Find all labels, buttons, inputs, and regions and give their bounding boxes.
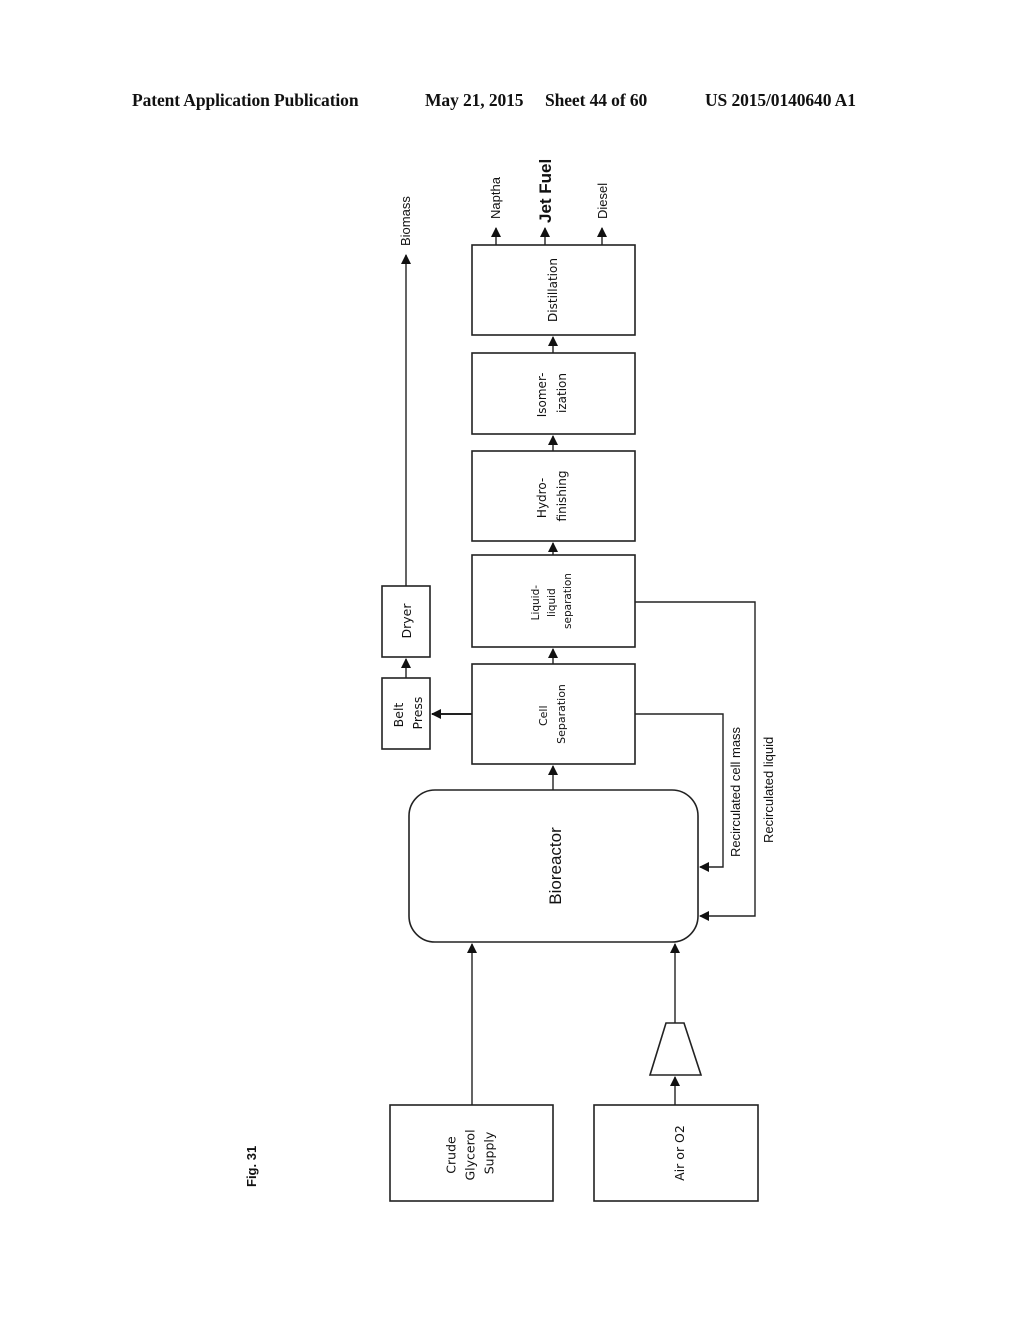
process-flow-diagram: Fig. 31 Crude Glycerol Supply Air or O2 … bbox=[244, 159, 776, 1202]
svg-text:Crude Glycerol Sup: Crude Glycerol Supply bbox=[444, 1125, 497, 1180]
bioreactor-box: Bioreactor bbox=[408, 789, 699, 943]
recirculated-cell-mass-label: Recirculated cell mass bbox=[728, 726, 743, 857]
llsep-label-3: separation bbox=[562, 573, 574, 629]
distillation-box: Distillation bbox=[471, 244, 636, 336]
svg-text:Dryer: Dryer bbox=[399, 603, 414, 639]
air-supply-box: Air or O2 bbox=[593, 1104, 759, 1202]
air-label: Air or O2 bbox=[672, 1125, 687, 1181]
glycerol-label-3: Supply bbox=[482, 1131, 497, 1174]
isomerization-box: Isomer- ization bbox=[471, 352, 636, 435]
dryer-label: Dryer bbox=[399, 603, 414, 639]
cellsep-label-1: Cell bbox=[537, 705, 550, 726]
recirculated-liquid-label: Recirculated liquid bbox=[761, 737, 776, 843]
dryer-box: Dryer bbox=[381, 585, 431, 658]
beltpress-label-2: Press bbox=[410, 697, 425, 730]
figure-label: Fig. 31 bbox=[244, 1146, 259, 1187]
beltpress-label-1: Belt bbox=[391, 703, 406, 728]
naptha-label: Naptha bbox=[488, 176, 503, 219]
svg-text:Bioreactor: Bioreactor bbox=[546, 827, 565, 905]
hydro-label-1: Hydro- bbox=[535, 478, 549, 518]
llsep-label-2: liquid bbox=[546, 588, 558, 617]
glycerol-label-1: Crude bbox=[444, 1136, 459, 1174]
jet-fuel-label: Jet Fuel bbox=[536, 159, 555, 223]
diesel-label: Diesel bbox=[595, 183, 610, 219]
bioreactor-label: Bioreactor bbox=[546, 827, 565, 905]
belt-press-box: Belt Press bbox=[381, 677, 431, 750]
svg-text:Distillation: Distillation bbox=[546, 258, 560, 322]
crude-glycerol-supply-box: Crude Glycerol Supply bbox=[389, 1104, 554, 1202]
hydrofinishing-box: Hydro- finishing bbox=[471, 450, 636, 542]
cellsep-label-2: Separation bbox=[555, 684, 568, 744]
svg-text:Air or O2: Air or O2 bbox=[672, 1125, 687, 1181]
isomer-label-1: Isomer- bbox=[535, 373, 549, 418]
distillation-label: Distillation bbox=[546, 258, 560, 322]
cell-separation-box: Cell Separation bbox=[471, 663, 636, 765]
llsep-label-1: Liquid- bbox=[530, 585, 542, 621]
hydro-label-2: finishing bbox=[555, 471, 569, 522]
liquid-liquid-separation-box: Liquid- liquid separation bbox=[471, 554, 636, 648]
compressor-icon bbox=[648, 1022, 703, 1076]
biomass-label: Biomass bbox=[398, 196, 413, 246]
glycerol-label-2: Glycerol bbox=[463, 1129, 478, 1180]
isomer-label-2: ization bbox=[555, 373, 569, 413]
